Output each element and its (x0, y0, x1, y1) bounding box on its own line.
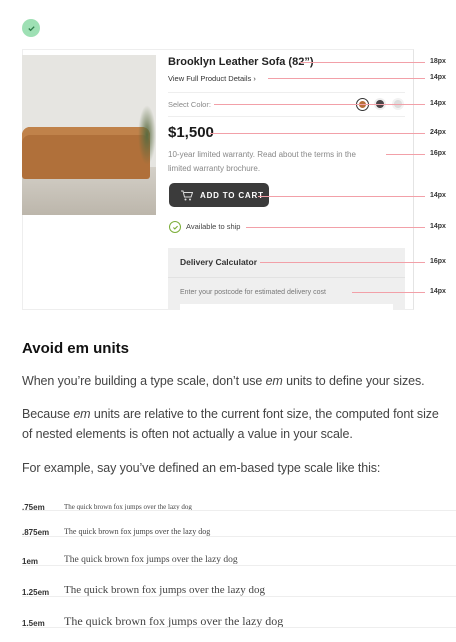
view-details-link[interactable]: View Full Product Details › (168, 74, 256, 83)
available-text: Available to ship (186, 222, 241, 231)
add-to-cart-button[interactable]: ADD TO CART (169, 183, 269, 207)
paragraph-1: When you’re building a type scale, don’t… (22, 374, 425, 388)
size-annotation: 24px (430, 129, 446, 136)
warranty-text-line2[interactable]: limited warranty brochure. (168, 164, 260, 173)
chevron-right-icon: › (253, 74, 256, 83)
check-badge-icon (22, 19, 40, 37)
price: $1,500 (168, 124, 214, 141)
size-annotation: 18px (430, 58, 446, 65)
size-annotation: 14px (430, 223, 446, 230)
select-color-label: Select Color: (168, 100, 211, 109)
size-annotation: 14px (430, 288, 446, 295)
size-annotation: 16px (430, 150, 446, 157)
paragraph-2: Because em units are relative to the cur… (22, 407, 439, 421)
scale-sample: The quick brown fox jumps over the lazy … (64, 527, 211, 536)
postcode-input[interactable] (180, 304, 393, 310)
product-image (22, 55, 156, 215)
delivery-title: Delivery Calculator (180, 257, 258, 267)
scale-sample: The quick brown fox jumps over the lazy … (64, 584, 266, 596)
delivery-prompt: Enter your postcode for estimated delive… (180, 289, 326, 296)
warranty-text-line1: 10-year limited warranty. Read about the… (168, 150, 356, 159)
size-annotation: 16px (430, 258, 446, 265)
size-annotation: 14px (430, 100, 446, 107)
size-annotation: 14px (430, 74, 446, 81)
scale-sample: The quick brown fox jumps over the lazy … (64, 555, 238, 565)
cart-icon (181, 190, 193, 200)
available-check-icon (169, 221, 181, 233)
product-title: Brooklyn Leather Sofa (82”) (168, 56, 314, 68)
paragraph-3: For example, say you’ve defined an em-ba… (22, 461, 381, 475)
size-annotation: 14px (430, 192, 446, 199)
paragraph-2-line2: of nested elements is often not actually… (22, 427, 353, 441)
section-heading: Avoid em units (22, 340, 129, 357)
